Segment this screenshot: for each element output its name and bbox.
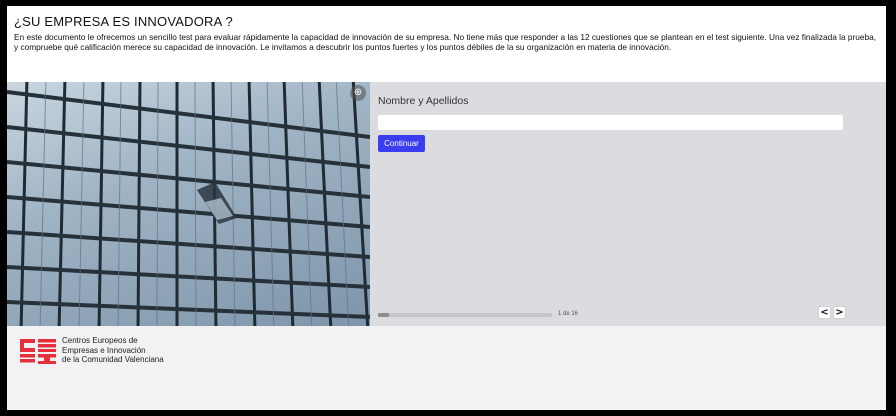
intro-text: En este documento le ofrecemos un sencil… [14,32,877,52]
name-field-label: Nombre y Apellidos [378,95,469,107]
footer: Centros Europeos de Empresas e Innovació… [7,326,886,410]
progress-fill [378,313,389,317]
building-facade-graphic [7,82,370,326]
progress-bar [378,313,552,317]
test-panel: ⊕ Nombre y Apellidos Continuar 1 de 16 <… [7,82,886,326]
page-indicator: 1 de 16 [558,311,579,317]
previous-button[interactable]: < [818,306,831,319]
next-button[interactable]: > [833,306,846,319]
zoom-icon[interactable]: ⊕ [350,85,366,101]
question-form: Nombre y Apellidos Continuar 1 de 16 < > [378,82,858,326]
logo-line: Empresas e Innovación [62,345,146,355]
ceei-logo-icon [20,339,56,364]
logo-line: de la Comunidad Valenciana [62,355,164,364]
logo-line: Centros Europeos de [62,336,138,345]
building-image: ⊕ [7,82,370,326]
logo-text: Centros Europeos de Empresas e Innovació… [62,336,164,365]
continue-button[interactable]: Continuar [378,135,425,152]
page-title: ¿SU EMPRESA ES INNOVADORA ? [14,14,233,29]
name-input[interactable] [378,115,843,130]
header: ¿SU EMPRESA ES INNOVADORA ? En este docu… [7,6,886,82]
app-frame: ¿SU EMPRESA ES INNOVADORA ? En este docu… [7,6,886,410]
